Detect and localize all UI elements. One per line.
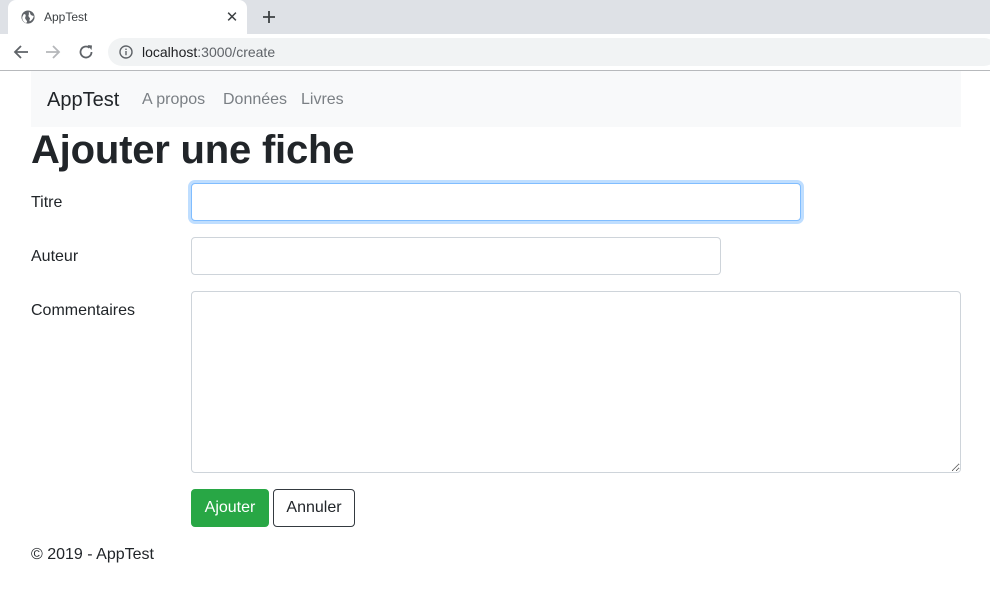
browser-toolbar: localhost:3000/create [0, 34, 990, 71]
annuler-button[interactable]: Annuler [273, 489, 355, 527]
browser-tabstrip: AppTest ✕ [0, 0, 990, 34]
url-host: localhost [142, 44, 198, 60]
titre-label: Titre [31, 194, 63, 211]
page-title: Ajouter une fiche [31, 128, 355, 172]
info-icon[interactable] [119, 45, 133, 59]
navbar: AppTest A propos Données Livres [31, 71, 961, 127]
commentaires-label: Commentaires [31, 302, 136, 319]
ajouter-button[interactable]: Ajouter [191, 489, 269, 527]
nav-link-livres[interactable]: Livres [301, 91, 344, 109]
url-path: :3000/create [197, 44, 276, 60]
back-arrow-icon[interactable] [11, 42, 31, 62]
footer-text: © 2019 - AppTest [31, 546, 154, 563]
nav-link-donnees[interactable]: Données [223, 91, 287, 109]
navbar-brand[interactable]: AppTest [47, 89, 119, 112]
url-text[interactable]: localhost:3000/create [142, 44, 275, 60]
globe-icon [21, 10, 35, 24]
close-icon[interactable]: ✕ [222, 7, 242, 27]
forward-arrow-icon[interactable] [43, 42, 63, 62]
auteur-label: Auteur [31, 248, 79, 265]
address-bar[interactable]: localhost:3000/create [108, 38, 990, 66]
reload-icon[interactable] [76, 42, 96, 62]
titre-input[interactable] [191, 183, 801, 221]
browser-tab[interactable]: AppTest ✕ [8, 0, 247, 34]
plus-icon[interactable] [258, 6, 280, 28]
auteur-input[interactable] [191, 237, 721, 275]
commentaires-textarea[interactable] [191, 291, 961, 473]
tab-title: AppTest [44, 10, 88, 24]
nav-link-a-propos[interactable]: A propos [142, 91, 205, 109]
